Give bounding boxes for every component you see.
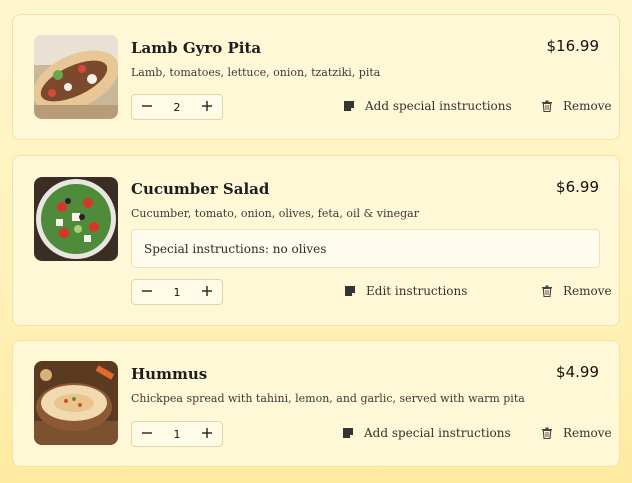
trash-icon	[542, 427, 552, 439]
quantity-value: 1	[173, 285, 181, 299]
special-instructions-box: Special instructions: no olives	[131, 229, 600, 268]
cart-item-cucumber-salad: Cucumber Salad Cucumber, tomato, onion, …	[12, 155, 620, 326]
add-instructions-label: Add special instructions	[364, 426, 511, 440]
decrease-quantity-button[interactable]	[140, 284, 154, 300]
item-title: Hummus	[131, 365, 208, 383]
item-image-gyro	[34, 35, 118, 119]
item-description: Chickpea spread with tahini, lemon, and …	[131, 392, 525, 405]
remove-label: Remove	[563, 284, 612, 298]
item-price: $6.99	[556, 178, 599, 196]
item-image-hummus	[34, 361, 118, 445]
item-price: $4.99	[556, 363, 599, 381]
note-icon	[345, 286, 355, 296]
note-icon	[344, 101, 354, 111]
decrease-quantity-button[interactable]	[140, 99, 154, 115]
cart-item-lamb-gyro: Lamb Gyro Pita Lamb, tomatoes, lettuce, …	[12, 14, 620, 140]
note-icon	[343, 428, 353, 438]
edit-instructions-label: Edit instructions	[366, 284, 468, 298]
item-description: Lamb, tomatoes, lettuce, onion, tzatziki…	[131, 66, 381, 79]
add-instructions-label: Add special instructions	[365, 99, 512, 113]
plus-icon	[202, 101, 212, 111]
quantity-value: 2	[173, 100, 181, 114]
quantity-stepper: 1	[131, 421, 223, 447]
item-price: $16.99	[546, 37, 600, 55]
add-instructions-button[interactable]: Add special instructions	[342, 426, 511, 440]
minus-icon	[142, 290, 152, 292]
remove-label: Remove	[563, 426, 612, 440]
increase-quantity-button[interactable]	[200, 284, 214, 300]
decrease-quantity-button[interactable]	[140, 426, 154, 442]
plus-icon	[202, 286, 212, 296]
remove-button[interactable]: Remove	[541, 426, 612, 440]
plus-icon	[202, 428, 212, 438]
item-image-salad	[34, 177, 118, 261]
remove-label: Remove	[563, 99, 612, 113]
minus-icon	[142, 105, 152, 107]
quantity-stepper: 2	[131, 94, 223, 120]
item-description: Cucumber, tomato, onion, olives, feta, o…	[131, 207, 419, 220]
remove-button[interactable]: Remove	[541, 99, 612, 113]
item-title: Cucumber Salad	[131, 180, 270, 198]
quantity-value: 1	[173, 427, 181, 441]
trash-icon	[542, 100, 552, 112]
quantity-stepper: 1	[131, 279, 223, 305]
minus-icon	[142, 432, 152, 434]
remove-button[interactable]: Remove	[541, 284, 612, 298]
edit-instructions-button[interactable]: Edit instructions	[344, 284, 467, 298]
add-instructions-button[interactable]: Add special instructions	[343, 99, 512, 113]
increase-quantity-button[interactable]	[200, 426, 214, 442]
increase-quantity-button[interactable]	[200, 99, 214, 115]
item-title: Lamb Gyro Pita	[131, 39, 262, 57]
trash-icon	[542, 285, 552, 297]
cart-item-hummus: Hummus Chickpea spread with tahini, lemo…	[12, 340, 620, 467]
